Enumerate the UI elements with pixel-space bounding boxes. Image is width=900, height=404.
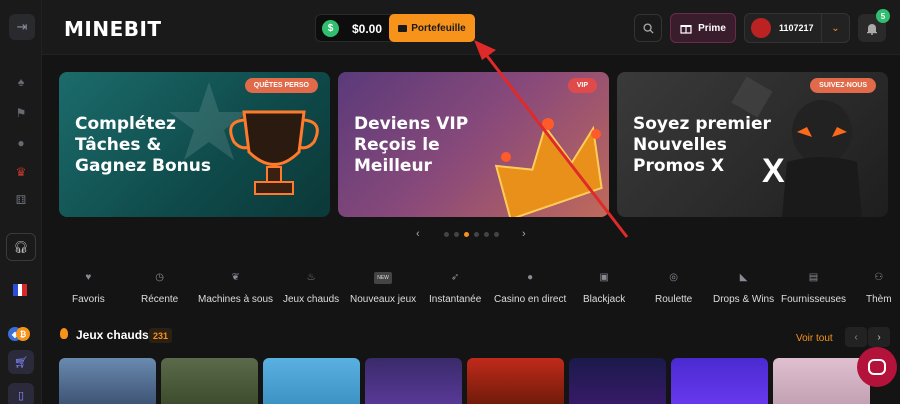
spade-icon[interactable]: ♠ (12, 73, 30, 91)
live-chat-button[interactable] (857, 347, 897, 387)
heart-icon: ♥ (85, 272, 92, 283)
prime-label: Prime (698, 22, 726, 34)
wallet-widget: $ $0.00 Portefeuille (315, 14, 475, 42)
theme-icon: ⚇ (874, 272, 884, 283)
dice-icon[interactable]: ⚅ (12, 191, 30, 209)
carousel-dot[interactable] (494, 232, 499, 237)
game-tile[interactable] (671, 358, 768, 404)
category-casino-direct[interactable]: ● Casino en direct (494, 272, 566, 307)
sidebar-toggle-icon[interactable]: ⇥ (9, 14, 35, 40)
banner-tag: VIP (567, 78, 597, 93)
game-tile[interactable] (263, 358, 360, 404)
gift-icon (680, 25, 692, 34)
chat-icon (868, 359, 886, 375)
chevron-right-icon[interactable]: › (522, 228, 526, 240)
banner-quests[interactable]: QUÊTES PERSO Complétez Tâches & Gagnez Bon… (59, 72, 330, 217)
carousel-dot[interactable] (484, 232, 489, 237)
clock-icon: ◷ (155, 272, 164, 283)
category-recente[interactable]: ◷ Récente (141, 272, 178, 307)
rocket-icon: ➶ (450, 272, 460, 283)
banner-tag: SUIVEZ-NOUS (810, 78, 876, 93)
game-tile[interactable] (365, 358, 462, 404)
wallet-button[interactable]: Portefeuille (389, 14, 475, 42)
crypto-coins-icon[interactable]: ◈ ₿ (8, 327, 34, 343)
cherry-icon: ❦ (231, 272, 240, 283)
carousel-dot[interactable] (474, 232, 479, 237)
section-count-badge: 231 (149, 328, 173, 343)
category-nouveaux-jeux[interactable]: NEW Nouveaux jeux (350, 272, 416, 307)
chevron-down-icon[interactable]: ⌄ (821, 14, 849, 42)
flame-icon (60, 328, 68, 339)
live-user-icon: ● (527, 272, 534, 283)
provider-icon: ▤ (808, 272, 819, 283)
banner-title: Soyez premier Nouvelles Promos X (633, 114, 771, 176)
prime-button[interactable]: Prime (670, 13, 736, 43)
notification-badge: 5 (876, 9, 890, 23)
french-flag-icon[interactable] (13, 284, 28, 296)
cards-icon: ▣ (599, 272, 609, 283)
headset-icon[interactable]: 🎧︎ (6, 233, 36, 261)
search-icon (642, 22, 654, 34)
category-roulette[interactable]: ◎ Roulette (655, 272, 692, 307)
banner-carousel-controls: ‹ › (416, 228, 530, 242)
banner-follow[interactable]: X SUIVEZ-NOUS Soyez premier Nouvelles Prom… (617, 72, 888, 217)
roulette-icon: ◎ (669, 272, 678, 283)
user-menu[interactable]: 1107217 ⌄ (744, 13, 850, 43)
game-tile[interactable] (59, 358, 156, 404)
banner-title: Deviens VIP Reçois le Meilleur (354, 114, 469, 176)
logo[interactable]: MINEBIT (64, 17, 162, 41)
flame-icon: ♨ (306, 272, 316, 283)
avatar[interactable] (751, 18, 771, 38)
top-header: MINEBIT $ $0.00 Portefeuille Prime 11072… (42, 0, 900, 55)
bell-icon (867, 23, 877, 35)
see-all-link[interactable]: Voir tout (796, 333, 833, 344)
dollar-coin-icon[interactable]: $ (322, 20, 339, 37)
game-tile[interactable] (161, 358, 258, 404)
sidebar: ⇥ ♠ ⚑ ● ♛ ⚅ 🎧︎ ◈ ₿ 🛒︎ ▯ (0, 0, 42, 404)
game-tile[interactable] (569, 358, 666, 404)
category-instantanee[interactable]: ➶ Instantanée (429, 272, 481, 307)
chevron-left-icon[interactable]: ‹ (416, 228, 420, 240)
mobile-icon[interactable]: ▯ (8, 383, 34, 404)
category-jeux-chauds[interactable]: ♨ Jeux chauds (283, 272, 339, 307)
section-title: Jeux chauds (76, 328, 149, 342)
chevron-left-icon[interactable]: ‹ (845, 327, 867, 347)
carousel-dot[interactable] (444, 232, 449, 237)
cart-icon[interactable]: 🛒︎ (8, 350, 34, 374)
crown-icon[interactable]: ♛ (12, 163, 30, 181)
banner-tag: QUÊTES PERSO (244, 78, 318, 93)
user-id: 1107217 (779, 23, 814, 33)
search-button[interactable] (634, 14, 662, 42)
chevron-right-icon[interactable]: › (868, 327, 890, 347)
carousel-dot-active[interactable] (464, 232, 469, 237)
new-badge-icon: NEW (374, 272, 393, 284)
category-fournisseuses[interactable]: ▤ Fournisseuses (781, 272, 846, 307)
wallet-icon (398, 24, 408, 32)
flag-icon[interactable]: ⚑ (12, 104, 30, 122)
category-blackjack[interactable]: ▣ Blackjack (583, 272, 625, 307)
game-tile[interactable] (773, 358, 870, 404)
carousel-dot[interactable] (454, 232, 459, 237)
medal-icon[interactable]: ● (12, 134, 30, 152)
category-favoris[interactable]: ♥ Favoris (72, 272, 105, 307)
category-drops-wins[interactable]: ◣ Drops & Wins (713, 272, 774, 307)
megaphone-icon: ◣ (739, 272, 748, 283)
banner-vip[interactable]: VIP Deviens VIP Reçois le Meilleur (338, 72, 609, 217)
category-machines[interactable]: ❦ Machines à sous (198, 272, 273, 307)
banner-title: Complétez Tâches & Gagnez Bonus (75, 114, 211, 176)
wallet-button-label: Portefeuille (411, 22, 466, 34)
wallet-balance: $0.00 (352, 22, 383, 36)
category-theme[interactable]: ⚇ Thèm (866, 272, 892, 307)
game-tile[interactable] (467, 358, 564, 404)
